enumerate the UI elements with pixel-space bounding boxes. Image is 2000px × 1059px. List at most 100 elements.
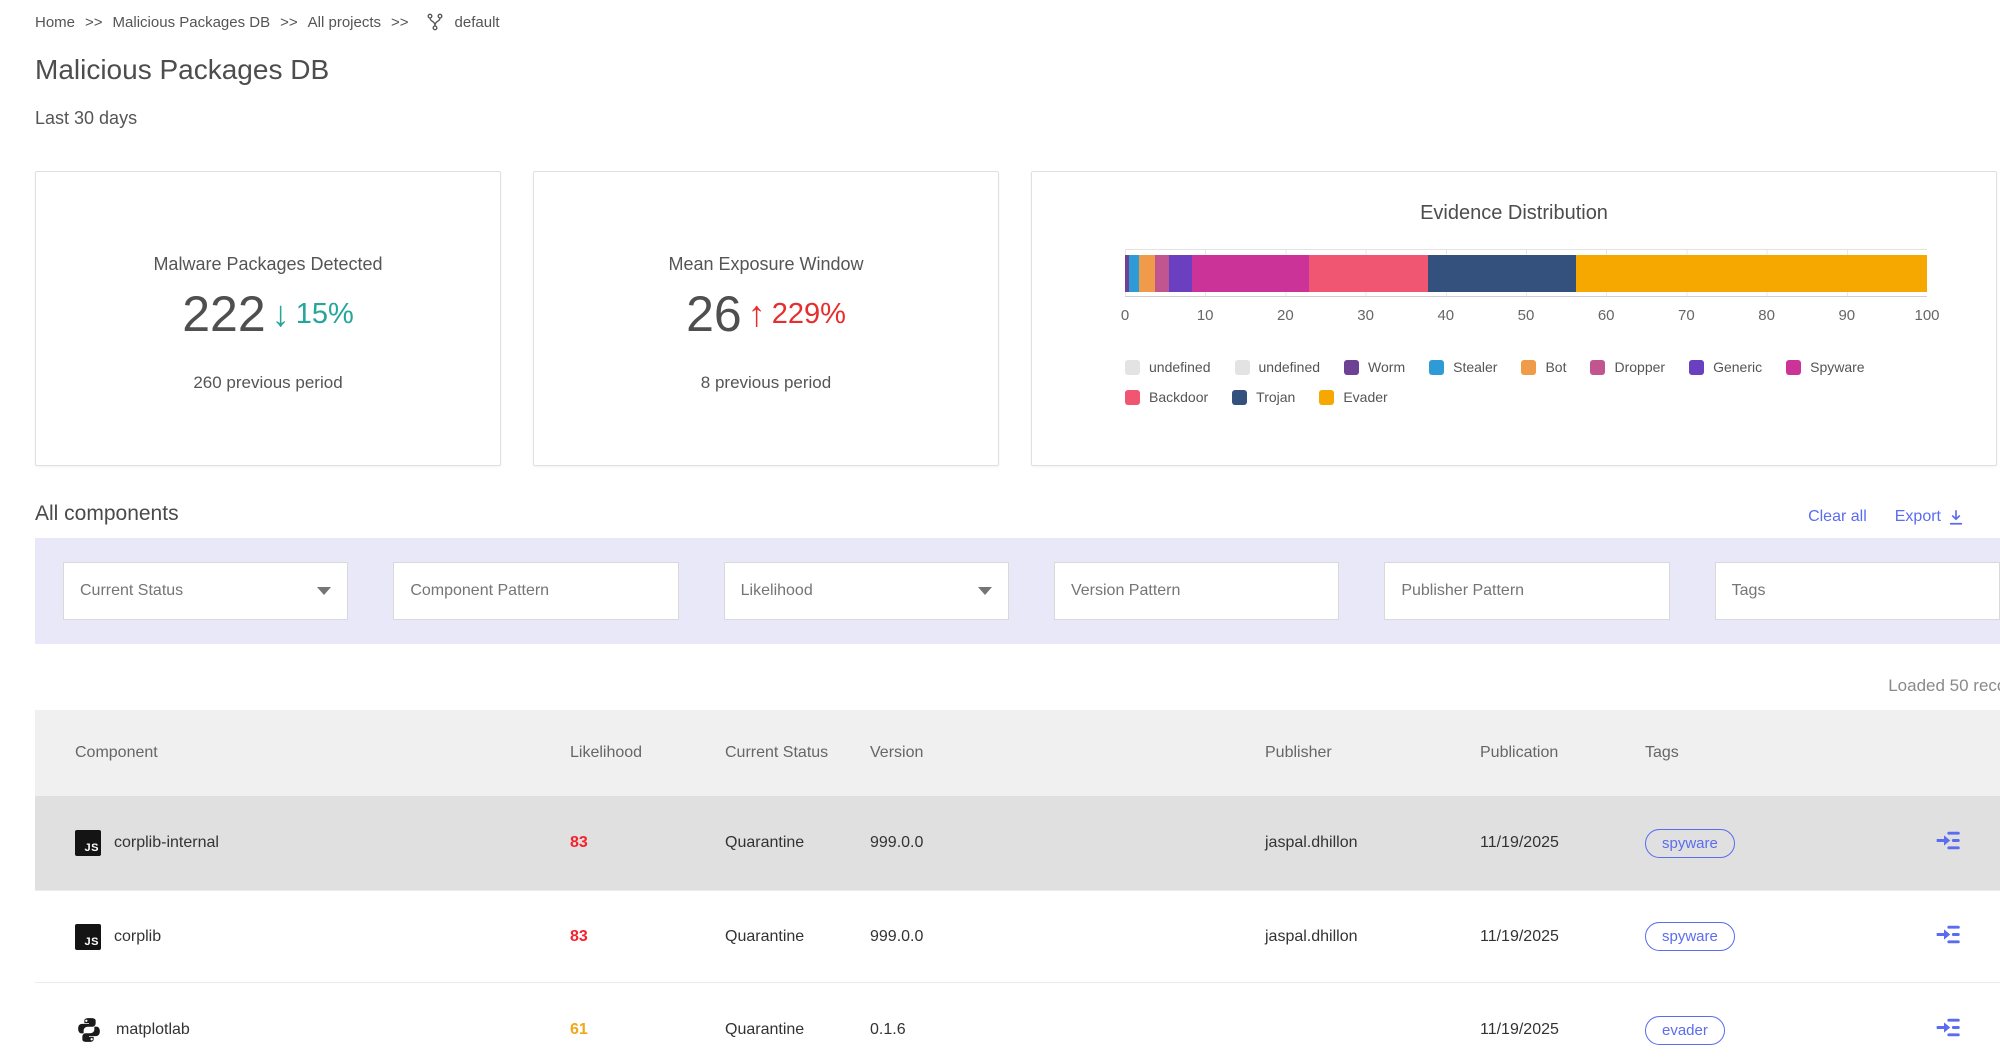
publisher: jaspal.dhillon	[1265, 928, 1480, 946]
bar-segment-dropper	[1155, 255, 1169, 292]
kpi-trend-pct: 229%	[772, 298, 846, 331]
version-pattern-input[interactable]: Version Pattern	[1054, 562, 1339, 620]
legend-item-undefined[interactable]: undefined	[1235, 359, 1321, 375]
tag-pill[interactable]: spyware	[1645, 922, 1735, 951]
tags-input[interactable]: Tags	[1715, 562, 2000, 620]
filter-placeholder: Publisher Pattern	[1401, 582, 1524, 600]
component-name: corplib	[114, 928, 161, 946]
open-details-icon[interactable]	[1935, 1014, 1962, 1041]
current-status: Quarantine	[725, 1021, 870, 1039]
x-tick-label: 50	[1518, 307, 1535, 324]
component-name: matplotlab	[116, 1021, 190, 1039]
filter-label: Likelihood	[741, 582, 813, 600]
bar-segment-stealer	[1129, 255, 1139, 292]
x-tick-label: 20	[1277, 307, 1294, 324]
breadcrumb-separator: >>	[391, 14, 409, 31]
legend-item-worm[interactable]: Worm	[1344, 359, 1405, 375]
legend-label: Stealer	[1453, 359, 1497, 375]
export-link[interactable]: Export	[1895, 508, 1965, 526]
chart-title: Evidence Distribution	[1032, 202, 1996, 225]
col-header-version: Version	[870, 744, 1265, 762]
legend-swatch	[1786, 360, 1801, 375]
x-tick-label: 0	[1121, 307, 1129, 324]
component-pattern-input[interactable]: Component Pattern	[393, 562, 678, 620]
caret-down-icon	[317, 587, 331, 595]
page-subtitle: Last 30 days	[35, 108, 2000, 129]
col-header-current-status: Current Status	[725, 744, 870, 762]
table-row[interactable]: matplotlab 61 Quarantine 0.1.6 11/19/202…	[35, 983, 2000, 1059]
legend-swatch	[1429, 360, 1444, 375]
download-icon	[1947, 508, 1965, 526]
col-header-component: Component	[75, 744, 570, 762]
legend-item-spyware[interactable]: Spyware	[1786, 359, 1864, 375]
bar-segment-spyware	[1192, 255, 1309, 292]
section-links: Clear all Export	[1808, 508, 1965, 526]
loaded-records-status: Loaded 50 records	[35, 676, 2000, 696]
legend-label: Trojan	[1256, 389, 1295, 405]
breadcrumb-all-projects[interactable]: All projects	[308, 14, 381, 31]
tag-pill[interactable]: evader	[1645, 1016, 1725, 1045]
likelihood-filter[interactable]: Likelihood	[724, 562, 1009, 620]
bar-segment-backdoor	[1309, 255, 1428, 292]
table-row[interactable]: JS corplib 83 Quarantine 999.0.0 jaspal.…	[35, 891, 2000, 983]
kpi-card-malware-detected: Malware Packages Detected 222 ↓ 15% 260 …	[35, 171, 501, 466]
legend-item-bot[interactable]: Bot	[1521, 359, 1566, 375]
likelihood-value: 83	[570, 928, 725, 946]
legend-item-backdoor[interactable]: Backdoor	[1125, 389, 1208, 405]
filter-placeholder: Component Pattern	[410, 582, 549, 600]
kpi-cards-row: Malware Packages Detected 222 ↓ 15% 260 …	[35, 171, 1997, 466]
legend-row-2: Backdoor Trojan Evader	[1125, 389, 1927, 405]
breadcrumb-malicious-packages-db[interactable]: Malicious Packages DB	[113, 14, 271, 31]
legend-row-1: undefined undefined Worm Stealer Bot Dropper G…	[1125, 359, 1927, 375]
clear-all-link[interactable]: Clear all	[1808, 508, 1867, 526]
caret-down-icon	[978, 587, 992, 595]
page-title: Malicious Packages DB	[35, 54, 2000, 86]
legend-item-evader[interactable]: Evader	[1319, 389, 1387, 405]
trend-up-icon: ↑	[748, 296, 766, 332]
evidence-distribution-card: Evidence Distribution 010203040506070809…	[1031, 171, 1997, 466]
legend-item-undefined[interactable]: undefined	[1125, 359, 1211, 375]
x-tick-label: 80	[1758, 307, 1775, 324]
legend-item-stealer[interactable]: Stealer	[1429, 359, 1497, 375]
breadcrumb-current[interactable]: default	[455, 14, 500, 31]
section-title: All components	[35, 502, 179, 526]
current-status: Quarantine	[725, 834, 870, 852]
legend-label: Worm	[1368, 359, 1405, 375]
bar-segment-trojan	[1428, 255, 1576, 292]
publication-date: 11/19/2025	[1480, 834, 1645, 852]
legend-label: Generic	[1713, 359, 1762, 375]
kpi-value-row: 222 ↓ 15%	[182, 285, 353, 343]
kpi-previous-period: 8 previous period	[701, 373, 831, 393]
page: Home >> Malicious Packages DB >> All pro…	[0, 0, 2000, 1059]
legend-swatch	[1125, 360, 1140, 375]
legend-item-generic[interactable]: Generic	[1689, 359, 1762, 375]
kpi-trend-pct: 15%	[296, 298, 354, 331]
filter-label: Current Status	[80, 582, 183, 600]
breadcrumb-separator: >>	[85, 14, 103, 31]
legend-swatch	[1521, 360, 1536, 375]
table-row[interactable]: JS corplib-internal 83 Quarantine 999.0.…	[35, 796, 2000, 891]
components-section-header: All components Clear all Export	[35, 502, 1965, 526]
legend-swatch	[1232, 390, 1247, 405]
breadcrumb-home[interactable]: Home	[35, 14, 75, 31]
legend-swatch	[1344, 360, 1359, 375]
publisher-pattern-input[interactable]: Publisher Pattern	[1384, 562, 1669, 620]
chart-plot-area	[1125, 249, 1927, 297]
open-details-icon[interactable]	[1935, 827, 1962, 854]
component-name: corplib-internal	[114, 834, 219, 852]
bar-segment-bot	[1139, 255, 1155, 292]
stacked-bar	[1125, 255, 1927, 292]
chart-legend: undefined undefined Worm Stealer Bot Dropper G…	[1125, 359, 1927, 405]
publisher: jaspal.dhillon	[1265, 834, 1480, 852]
legend-item-dropper[interactable]: Dropper	[1590, 359, 1665, 375]
export-label: Export	[1895, 508, 1941, 526]
x-tick-label: 100	[1914, 307, 1939, 324]
legend-item-trojan[interactable]: Trojan	[1232, 389, 1295, 405]
current-status-filter[interactable]: Current Status	[63, 562, 348, 620]
filter-placeholder: Tags	[1732, 582, 1766, 600]
legend-label: undefined	[1149, 359, 1211, 375]
open-details-icon[interactable]	[1935, 921, 1962, 948]
tag-pill[interactable]: spyware	[1645, 829, 1735, 858]
col-header-publication: Publication	[1480, 744, 1645, 762]
publication-date: 11/19/2025	[1480, 1021, 1645, 1039]
